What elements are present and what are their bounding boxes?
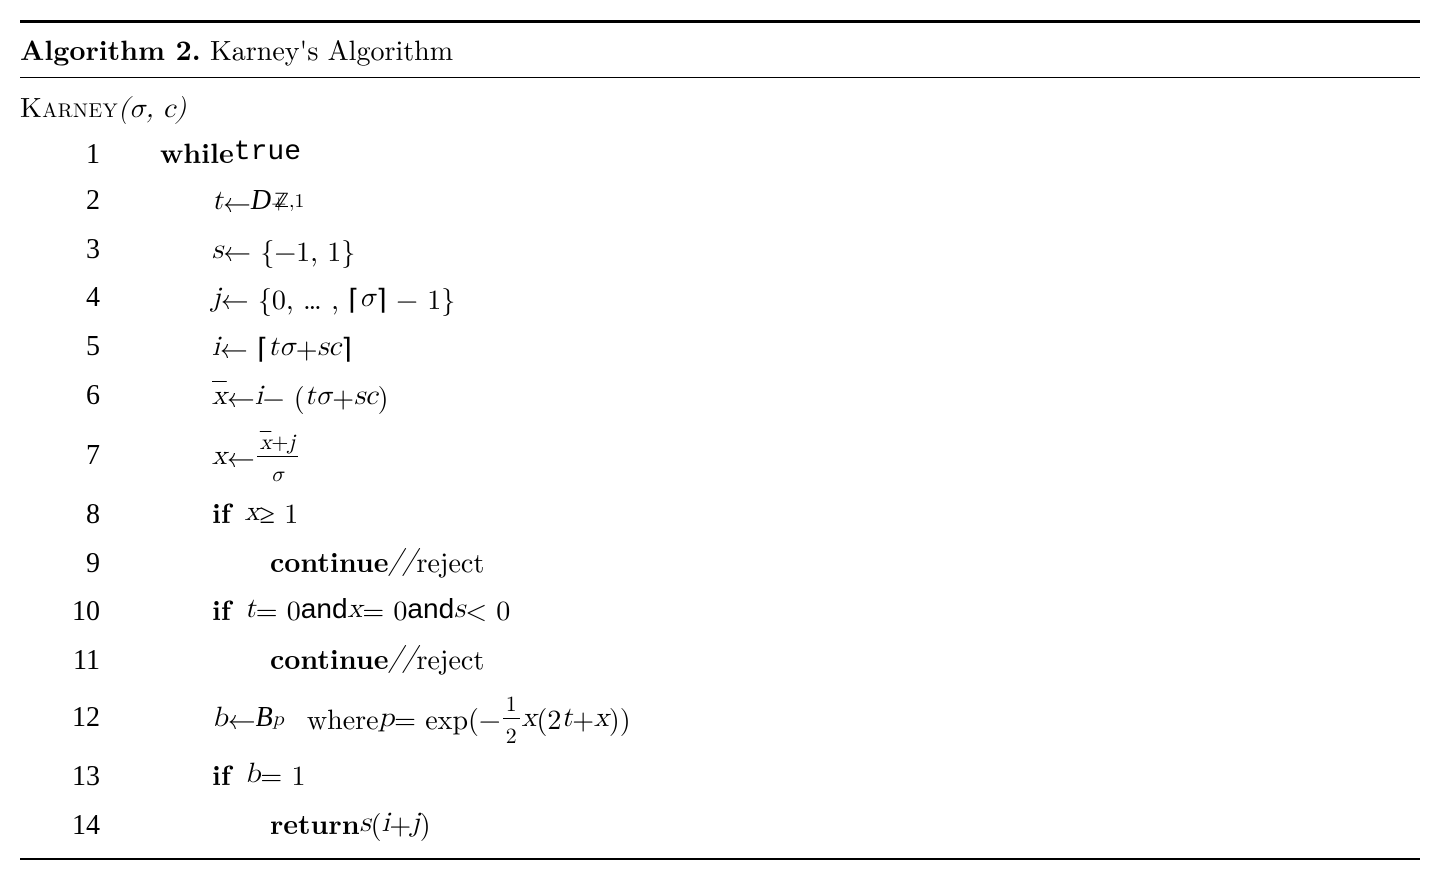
line-number: 13 [20, 761, 160, 793]
algorithm-block: Algorithm 2. Karney's Algorithm Karney(σ… [20, 20, 1420, 860]
code-line: 11continue // reject [20, 636, 1420, 685]
function-signature: Karney(σ, c) [20, 86, 1420, 130]
line-content: t ← D+ℤ,1 [160, 181, 304, 221]
line-number: 7 [20, 440, 160, 472]
code-line: 12b ← Bp where p = exp(−12x(2t + x)) [20, 685, 1420, 752]
line-number: 11 [20, 645, 160, 677]
line-content: if t = 0 and x = 0 and s < 0 [160, 589, 510, 629]
line-number: 5 [20, 331, 160, 363]
line-number: 9 [20, 548, 160, 580]
function-args: (σ, c) [118, 95, 186, 123]
code-line: 5i ← ⌈tσ + sc⌉ [20, 325, 1420, 374]
code-line: 8if x ≥ 1 [20, 490, 1420, 539]
line-content: s ← {−1, 1} [160, 230, 355, 270]
line-content: while true [160, 132, 301, 172]
line-content: b ← Bp where p = exp(−12x(2t + x)) [160, 687, 631, 750]
code-line: 13if b = 1 [20, 752, 1420, 801]
algorithm-label: Algorithm 2. [20, 29, 201, 69]
line-number: 12 [20, 702, 160, 734]
line-number: 8 [20, 499, 160, 531]
code-line: 14return s(i + j) [20, 801, 1420, 850]
line-number: 10 [20, 596, 160, 628]
line-number: 6 [20, 380, 160, 412]
algorithm-lines: 1while true2t ← D+ℤ,13s ← {−1, 1}4j ← {0… [20, 130, 1420, 850]
line-content: j ← {0, … , ⌈σ⌉ − 1} [160, 278, 455, 318]
code-line: 4j ← {0, … , ⌈σ⌉ − 1} [20, 276, 1420, 325]
code-line: 9continue // reject [20, 539, 1420, 588]
line-number: 1 [20, 139, 160, 171]
line-content: i ← ⌈tσ + sc⌉ [160, 327, 352, 367]
line-content: continue // reject [160, 541, 484, 581]
code-line: 2t ← D+ℤ,1 [20, 179, 1420, 228]
line-content: return s(i + j) [160, 803, 431, 843]
line-number: 2 [20, 185, 160, 217]
line-content: x ← i − (tσ + sc) [160, 376, 388, 416]
algorithm-title: Karney's Algorithm [210, 29, 453, 69]
line-content: continue // reject [160, 638, 484, 678]
line-number: 3 [20, 234, 160, 266]
line-content: if x ≥ 1 [160, 492, 298, 532]
line-content: if b = 1 [160, 754, 305, 794]
algorithm-body: Karney(σ, c) 1while true2t ← D+ℤ,13s ← {… [20, 78, 1420, 858]
code-line: 7x ← x+jσ [20, 423, 1420, 490]
line-number: 14 [20, 810, 160, 842]
function-name: Karney [20, 86, 118, 126]
algorithm-header: Algorithm 2. Karney's Algorithm [20, 23, 1420, 78]
code-line: 3s ← {−1, 1} [20, 228, 1420, 277]
line-number: 4 [20, 282, 160, 314]
code-line: 6x ← i − (tσ + sc) [20, 374, 1420, 423]
line-content: x ← x+jσ [160, 425, 300, 488]
code-line: 10if t = 0 and x = 0 and s < 0 [20, 587, 1420, 636]
code-line: 1while true [20, 130, 1420, 179]
